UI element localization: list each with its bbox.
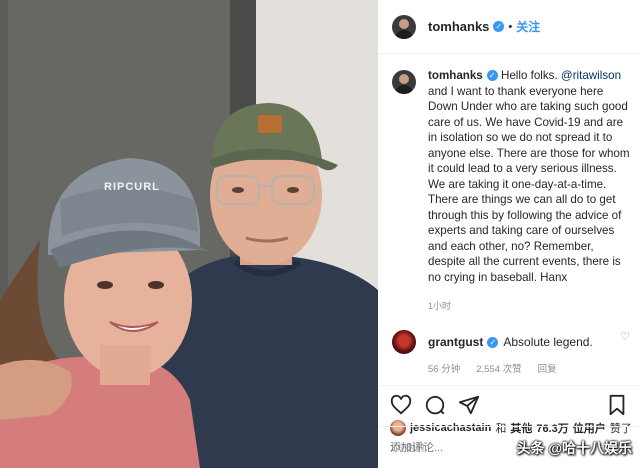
caption-username[interactable]: tomhanks [428,69,483,82]
post-photo[interactable]: RIPCURL [0,0,378,468]
caption-body: and I want to thank everyone here Down U… [428,84,630,284]
share-icon[interactable] [458,394,480,416]
header-separator: • [508,20,513,33]
comment-meta: 56 分钟 2,554 次赞 回复 [428,361,640,375]
caption-text: tomhanks ✓ Hello folks. @ritawilson and I… [428,68,630,285]
comment-content: grantgust ✓ Absolute legend. [428,335,593,349]
action-bar [378,386,640,416]
photo-illustration [0,0,378,468]
commenter-verified-icon: ✓ [487,336,499,348]
bookmark-icon[interactable] [606,394,628,416]
post-header: tomhanks ✓ • 关注 [378,0,640,54]
author-avatar[interactable] [392,14,416,39]
comment-body: Absolute legend. [503,335,593,349]
comment-icon[interactable] [424,394,446,416]
add-comment-input[interactable] [390,441,510,454]
caption-body-start: Hello folks. [497,69,561,82]
author-username[interactable]: tomhanks [428,19,489,34]
caption-verified-icon: ✓ [486,70,498,82]
comment-reply-button[interactable]: 回复 [538,361,557,375]
cap-logo-text: RIPCURL [104,181,160,193]
commenter-username[interactable]: grantgust [428,335,483,349]
comment-item: grantgust ✓ Absolute legend. ♡ [378,312,640,354]
comment-time: 56 分钟 [428,364,461,375]
caption-author-avatar[interactable] [392,70,416,94]
heart-icon[interactable] [390,394,412,416]
caption-timestamp: 1小时 [428,301,452,311]
verified-badge-icon: ✓ [493,21,505,32]
post-panel: tomhanks ✓ • 关注 tomhanks ✓ Hello folks. @… [378,0,640,468]
watermark: 头条 @哈十八娱乐 [516,440,632,456]
comment-like-heart-icon[interactable]: ♡ [620,330,630,343]
comment-like-count[interactable]: 2,554 次赞 [476,361,521,375]
caption-block: tomhanks ✓ Hello folks. @ritawilson and I… [378,54,640,285]
commenter-avatar[interactable] [392,330,416,354]
follow-button[interactable]: 关注 [516,18,540,35]
caption-mention-link[interactable]: @ritawilson [561,69,621,82]
